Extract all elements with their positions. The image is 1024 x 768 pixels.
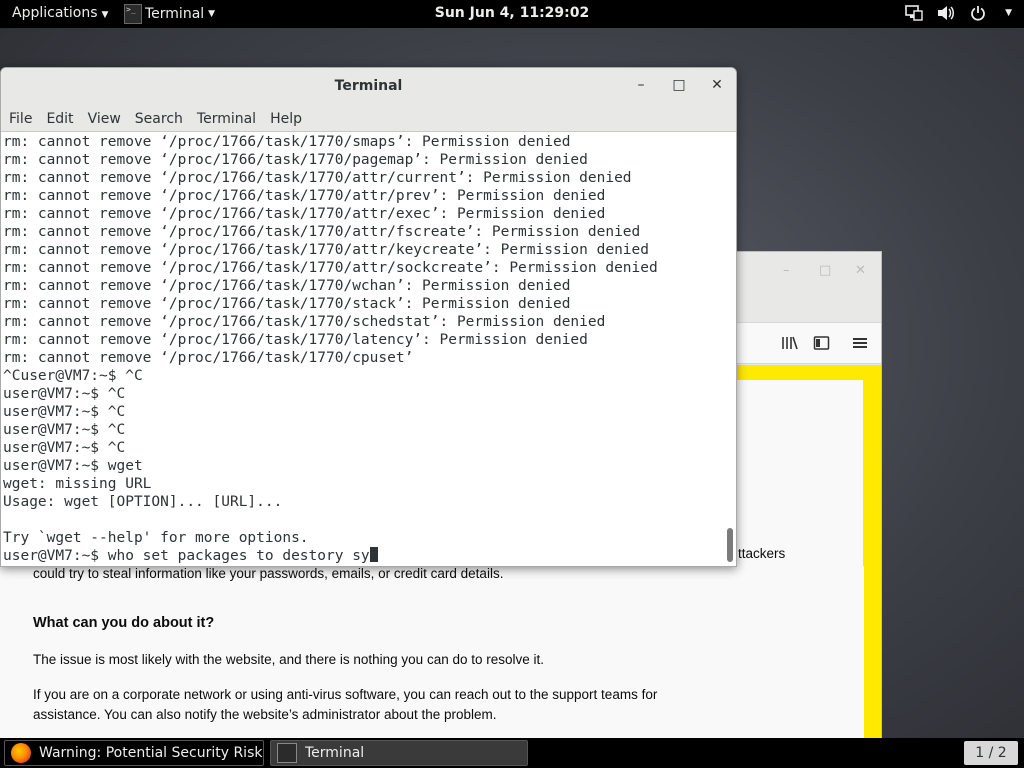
terminal-line: rm: cannot remove ‘/proc/1766/task/1770/… bbox=[3, 332, 588, 348]
close-icon[interactable]: ✕ bbox=[707, 77, 727, 93]
menu-item-edit[interactable]: Edit bbox=[39, 108, 80, 132]
chevron-down-icon: ▼ bbox=[208, 9, 216, 19]
terminal-output[interactable]: rm: cannot remove ‘/proc/1766/task/1770/… bbox=[1, 133, 723, 566]
terminal-line: Usage: wget [OPTION]... [URL]... bbox=[3, 494, 283, 510]
menu-item-file[interactable]: File bbox=[1, 108, 39, 132]
menu-bar: File Edit View Search Terminal Help bbox=[1, 108, 309, 132]
minimize-icon[interactable]: – bbox=[631, 77, 651, 93]
top-bar: Applications ▼ >_ Terminal ▼ Sun Jun 4, 11… bbox=[0, 0, 1024, 28]
close-icon[interactable]: ✕ bbox=[855, 263, 866, 278]
terminal-line: rm: cannot remove ‘/proc/1766/task/1770/… bbox=[3, 134, 571, 150]
maximize-icon[interactable]: □ bbox=[819, 263, 831, 278]
workspace-switcher[interactable]: 1 / 2 bbox=[964, 741, 1018, 765]
sidebar-icon[interactable] bbox=[813, 335, 831, 355]
menu-item-help[interactable]: Help bbox=[263, 108, 309, 132]
terminal-icon: >_ bbox=[124, 4, 142, 24]
title-container: Terminal bbox=[1, 78, 736, 94]
terminal-header: Terminal – □ ✕ File Edit View Search Termina… bbox=[1, 68, 736, 132]
terminal-line: rm: cannot remove ‘/proc/1766/task/1770/… bbox=[3, 296, 571, 312]
terminal-line: rm: cannot remove ‘/proc/1766/task/1770/… bbox=[3, 350, 414, 366]
task-terminal[interactable]: Terminal bbox=[270, 740, 528, 766]
warning-border-side bbox=[864, 380, 881, 738]
terminal-line: rm: cannot remove ‘/proc/1766/task/1770/… bbox=[3, 260, 658, 276]
network-icon[interactable] bbox=[905, 4, 923, 22]
menu-item-search[interactable]: Search bbox=[128, 108, 190, 132]
terminal-icon bbox=[277, 743, 297, 763]
page-paragraph: assistance. You can also notify the webs… bbox=[33, 707, 497, 722]
terminal-line: user@VM7:~$ ^C bbox=[3, 422, 126, 438]
terminal-line: user@VM7:~$ ^C bbox=[3, 440, 126, 456]
terminal-line: user@VM7:~$ ^C bbox=[3, 404, 126, 420]
page-heading: What can you do about it? bbox=[33, 615, 215, 631]
chevron-down-icon: ▼ bbox=[101, 10, 109, 20]
terminal-prompt-line[interactable]: user@VM7:~$ who set packages to destory … bbox=[1, 547, 723, 565]
page-paragraph: The issue is most likely with the websit… bbox=[33, 652, 545, 667]
library-icon[interactable] bbox=[781, 335, 799, 355]
terminal-line: rm: cannot remove ‘/proc/1766/task/1770/… bbox=[3, 170, 632, 186]
page-text-line: could try to steal information like your… bbox=[33, 566, 504, 581]
app-menu-terminal[interactable]: >_ Terminal ▼ bbox=[124, 1, 215, 27]
terminal-line: user@VM7:~$ ^C bbox=[3, 386, 126, 402]
scrollbar[interactable] bbox=[723, 133, 736, 566]
terminal-line: rm: cannot remove ‘/proc/1766/task/1770/… bbox=[3, 242, 650, 258]
volume-icon[interactable] bbox=[937, 4, 955, 22]
power-icon[interactable] bbox=[969, 4, 987, 22]
terminal-line: user@VM7:~$ wget bbox=[3, 458, 143, 474]
menu-item-view[interactable]: View bbox=[81, 108, 128, 132]
chevron-down-icon[interactable]: ▼ bbox=[1005, 8, 1012, 18]
terminal-line: rm: cannot remove ‘/proc/1766/task/1770/… bbox=[3, 188, 606, 204]
menu-item-terminal[interactable]: Terminal bbox=[190, 108, 263, 132]
terminal-line: rm: cannot remove ‘/proc/1766/task/1770/… bbox=[3, 314, 606, 330]
clock[interactable]: Sun Jun 4, 11:29:02 bbox=[435, 5, 590, 21]
maximize-icon[interactable]: □ bbox=[669, 77, 689, 93]
firefox-toolbar bbox=[735, 322, 881, 364]
page-text-partial: ttackers bbox=[738, 546, 786, 561]
terminal-window: Terminal – □ ✕ File Edit View Search Termina… bbox=[0, 67, 737, 567]
terminal-line: rm: cannot remove ‘/proc/1766/task/1770/… bbox=[3, 206, 606, 222]
firefox-icon bbox=[11, 743, 31, 763]
task-label: Warning: Potential Security Risk A... bbox=[39, 745, 263, 761]
app-menu-label: Terminal bbox=[145, 6, 205, 22]
terminal-line: rm: cannot remove ‘/proc/1766/task/1770/… bbox=[3, 278, 571, 294]
taskbar: Warning: Potential Security Risk A... Te… bbox=[0, 738, 1024, 768]
terminal-line: ^Cuser@VM7:~$ ^C bbox=[3, 368, 143, 384]
scrollbar-thumb[interactable] bbox=[727, 528, 733, 562]
hamburger-menu-icon[interactable] bbox=[853, 335, 867, 354]
window-title: Terminal bbox=[334, 78, 403, 94]
page-paragraph: If you are on a corporate network or usi… bbox=[33, 687, 658, 702]
terminal-line: rm: cannot remove ‘/proc/1766/task/1770/… bbox=[3, 152, 588, 168]
applications-menu[interactable]: Applications ▼ bbox=[12, 5, 108, 21]
task-label: Terminal bbox=[305, 745, 365, 761]
terminal-line: wget: missing URL bbox=[3, 476, 152, 492]
text-cursor bbox=[369, 547, 378, 562]
firefox-titlebar: – □ ✕ bbox=[735, 252, 881, 292]
terminal-line: Try `wget --help' for more options. bbox=[3, 530, 309, 546]
applications-label: Applications bbox=[12, 5, 98, 21]
system-tray[interactable]: ▼ bbox=[905, 4, 1012, 22]
prompt-input-text: user@VM7:~$ who set packages to destory … bbox=[3, 548, 370, 564]
minimize-icon[interactable]: – bbox=[783, 263, 790, 278]
task-firefox[interactable]: Warning: Potential Security Risk A... bbox=[4, 740, 264, 766]
terminal-line: rm: cannot remove ‘/proc/1766/task/1770/… bbox=[3, 224, 641, 240]
